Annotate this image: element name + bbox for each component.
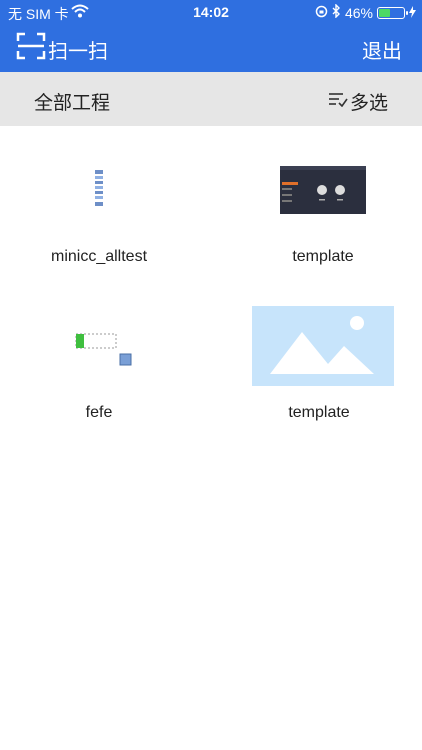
project-name: template — [292, 248, 354, 265]
status-bar: 无 SIM 卡 14:02 46% — [0, 0, 422, 24]
project-card[interactable]: minicc_alltest — [4, 162, 194, 265]
nav-bar: 扫一扫 退出 — [0, 24, 422, 72]
multi-select-icon — [328, 91, 348, 113]
dark-dashboard-thumbnail — [228, 162, 418, 262]
image-placeholder-icon — [248, 306, 398, 406]
charging-icon — [409, 5, 416, 21]
project-card[interactable]: template — [248, 306, 398, 421]
scan-label: 扫一扫 — [48, 40, 108, 63]
bluetooth-icon — [332, 3, 341, 21]
all-projects-title: 全部工程 — [34, 93, 111, 114]
exit-button[interactable]: 退出 — [362, 35, 402, 64]
top-bar: 无 SIM 卡 14:02 46% 扫一扫 退出 — [0, 0, 422, 72]
battery-fill — [379, 8, 390, 17]
multi-select-label: 多选 — [349, 93, 388, 114]
project-card[interactable]: template — [228, 162, 418, 265]
project-name: minicc_alltest — [50, 248, 148, 265]
status-right: 46% — [315, 3, 416, 21]
project-card[interactable]: fefe — [4, 306, 194, 421]
orientation-lock-icon — [315, 5, 328, 21]
project-name: fefe — [85, 404, 113, 421]
scan-icon — [16, 32, 46, 66]
battery-percent: 46% — [344, 4, 373, 21]
progress-bar-thumbnail — [4, 306, 194, 406]
vertical-list-thumbnail — [4, 162, 194, 262]
project-name: template — [288, 404, 350, 421]
scan-button[interactable]: 扫一扫 — [16, 32, 108, 66]
project-toolbar: 全部工程 多选 — [0, 72, 422, 126]
multi-select-button[interactable]: 多选 — [328, 88, 388, 115]
battery-icon — [377, 6, 408, 19]
